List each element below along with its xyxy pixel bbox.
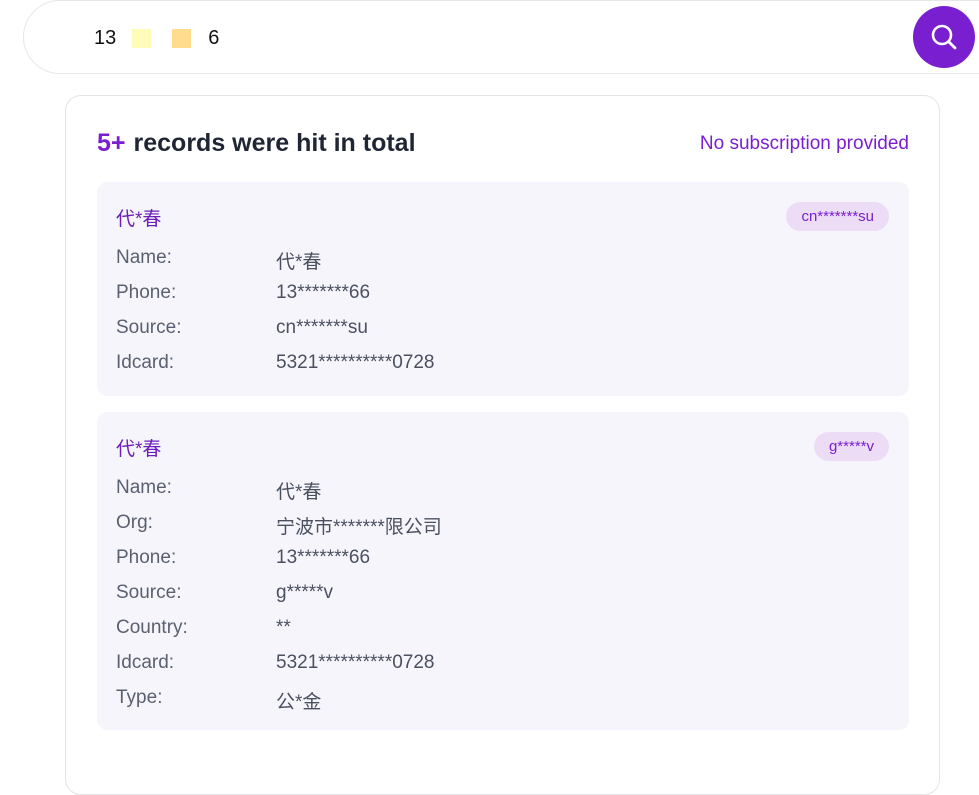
record-card: 代*春 cn*******su Name: 代*春 Phone: 13*****… <box>97 182 909 396</box>
results-count: 5+ <box>97 129 126 157</box>
results-summary: 5+ records were hit in total <box>97 129 416 158</box>
record-title: 代*春 <box>116 439 162 460</box>
search-query-suffix: 6 <box>208 27 220 50</box>
field-value: cn*******su <box>276 317 368 338</box>
field-label: Idcard: <box>116 352 175 373</box>
field-value: 宁波市*******限公司 <box>276 517 442 538</box>
field-label: Name: <box>116 477 172 498</box>
field-value: 13*******66 <box>276 282 371 303</box>
search-icon <box>931 24 957 50</box>
search-input[interactable]: 13 6 <box>94 27 219 50</box>
search-bar[interactable]: 13 6 <box>23 0 979 74</box>
field-value: 代*春 <box>276 482 322 503</box>
source-badge[interactable]: cn*******su <box>786 202 889 231</box>
search-query-prefix: 13 <box>94 27 117 50</box>
field-label: Idcard: <box>116 652 175 673</box>
search-button[interactable] <box>913 6 975 68</box>
field-label: Phone: <box>116 547 177 568</box>
field-label: Type: <box>116 687 163 708</box>
field-label: Org: <box>116 512 153 533</box>
record-title: 代*春 <box>116 209 162 230</box>
record-card: 代*春 g*****v Name: 代*春 Org: 宁波市*******限公司… <box>97 412 909 730</box>
field-value: g*****v <box>276 582 334 603</box>
subscription-link[interactable]: No subscription provided <box>700 133 909 155</box>
field-label: Source: <box>116 582 182 603</box>
field-label: Source: <box>116 317 182 338</box>
field-value: ** <box>276 617 291 638</box>
field-value: 5321**********0728 <box>276 352 435 373</box>
field-value: 公*金 <box>276 692 322 713</box>
results-summary-text: records were hit in total <box>133 129 416 157</box>
field-value: 5321**********0728 <box>276 652 435 673</box>
redaction-mask <box>172 29 192 49</box>
redaction-mask <box>132 29 152 49</box>
field-value: 13*******66 <box>276 547 371 568</box>
results-card: 5+ records were hit in total No subscript… <box>65 95 940 795</box>
field-label: Phone: <box>116 282 177 303</box>
field-value: 代*春 <box>276 252 322 273</box>
field-label: Name: <box>116 247 172 268</box>
field-label: Country: <box>116 617 188 638</box>
source-badge[interactable]: g*****v <box>813 432 889 461</box>
